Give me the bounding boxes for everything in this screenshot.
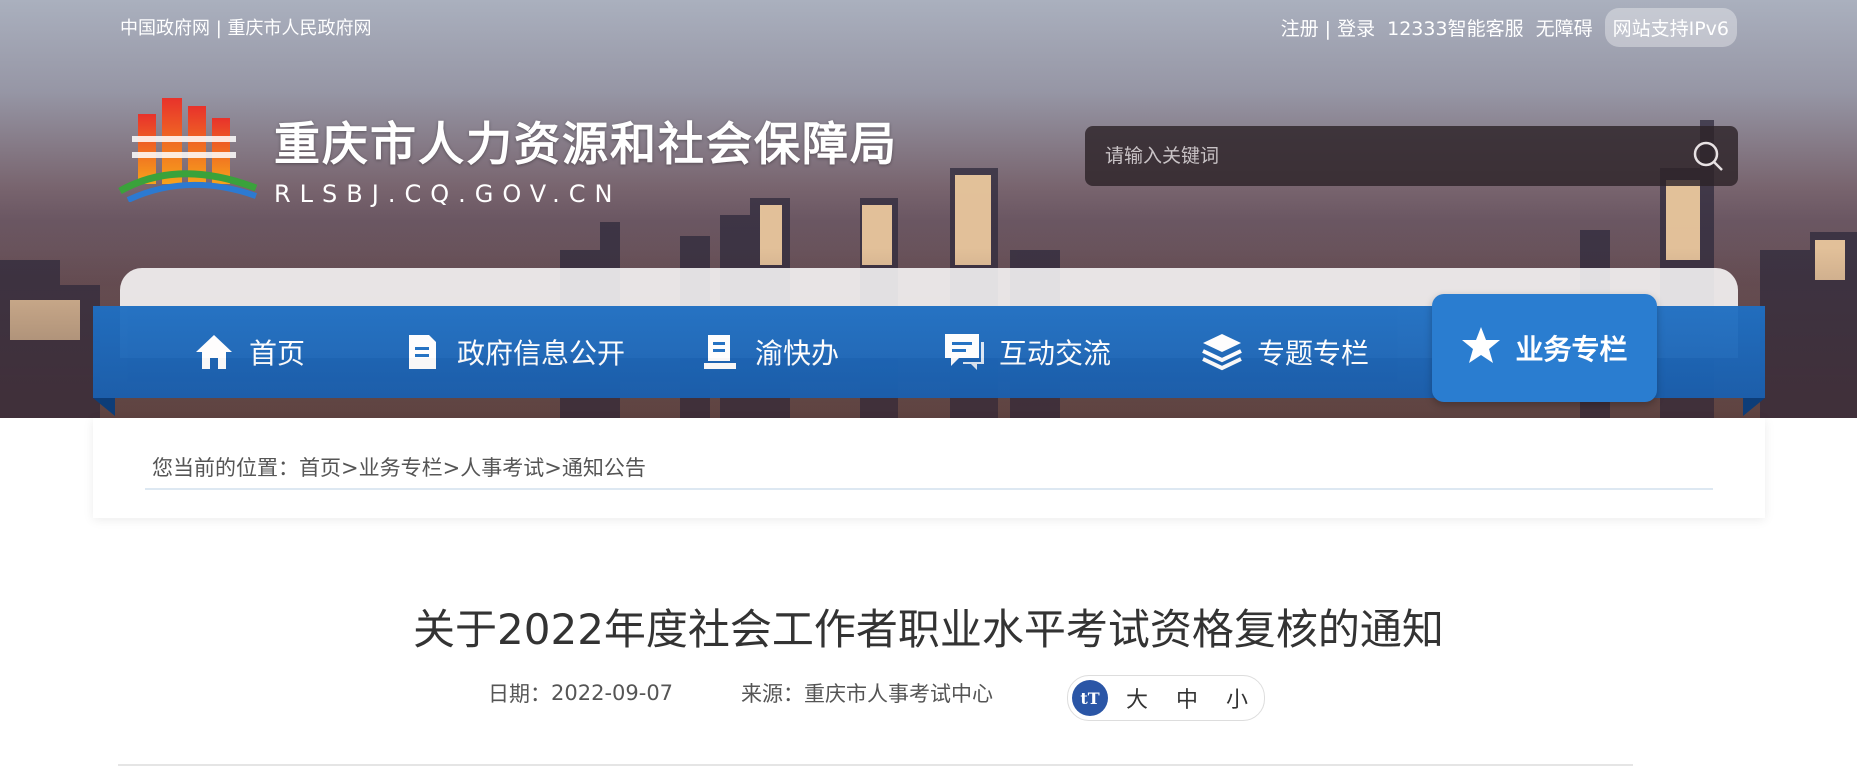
topbar-gov-links: 中国政府网 | 重庆市人民政府网: [120, 14, 372, 40]
gov-portal-link[interactable]: 中国政府网: [120, 18, 210, 39]
breadcrumb-home[interactable]: 首页: [299, 456, 341, 480]
font-size-large[interactable]: 大: [1126, 682, 1148, 714]
source-label: 来源：: [741, 682, 805, 706]
font-size-medium[interactable]: 中: [1176, 682, 1198, 714]
font-size-small[interactable]: 小: [1226, 682, 1248, 714]
star-icon: [1461, 325, 1501, 372]
login-separator: |: [1318, 18, 1338, 40]
nav-fold-right: [1743, 398, 1765, 416]
breadcrumb-sep: >: [341, 456, 359, 480]
topbar-separator: |: [210, 18, 228, 39]
nav-item-home[interactable]: 首页: [193, 306, 305, 398]
nav-item-gov-info[interactable]: 政府信息公开: [401, 306, 625, 398]
chat-icon: [943, 331, 985, 373]
search-icon: [1693, 141, 1723, 171]
accessibility-link[interactable]: 无障碍: [1536, 14, 1593, 41]
city-portal-link[interactable]: 重庆市人民政府网: [228, 18, 372, 39]
nav-fold-left: [93, 398, 115, 416]
breadcrumb-sep: >: [544, 456, 562, 480]
nav-item-business[interactable]: 业务专栏: [1432, 294, 1657, 402]
date-label: 日期：: [488, 682, 551, 706]
nav-item-interaction[interactable]: 互动交流: [943, 306, 1111, 398]
nav-label: 首页: [249, 337, 306, 370]
font-size-switcher: tT 大 中 小: [1067, 675, 1265, 721]
site-title: 重庆市人力资源和社会保障局 RLSBJ.CQ.GOV.CN: [274, 108, 898, 208]
nav-label: 政府信息公开: [457, 337, 626, 370]
topbar-user-links: 注册 | 登录 12333智能客服 无障碍 网站支持IPv6: [1281, 8, 1737, 47]
smart-service-link[interactable]: 12333智能客服: [1387, 14, 1523, 41]
nav-item-topics[interactable]: 专题专栏: [1201, 306, 1369, 398]
breadcrumb-sep: >: [442, 456, 461, 480]
search-box: [1085, 126, 1738, 186]
breadcrumb-exam[interactable]: 人事考试: [460, 456, 544, 480]
register-link[interactable]: 注册: [1281, 18, 1319, 40]
search-button[interactable]: [1678, 126, 1738, 186]
site-name: 重庆市人力资源和社会保障局: [274, 117, 898, 171]
content-divider: [118, 764, 1633, 766]
bureau-logo: [118, 98, 258, 202]
breadcrumb: 您当前的位置：首页>业务专栏>人事考试>通知公告: [152, 452, 646, 482]
nav-label: 业务专栏: [1515, 333, 1628, 366]
nav-item-yukuaiban[interactable]: 渝快办: [699, 306, 839, 398]
font-size-icon: tT: [1072, 680, 1108, 716]
article-source: 重庆市人事考试中心: [804, 682, 994, 706]
login-link[interactable]: 登录: [1337, 18, 1375, 40]
nav-label: 专题专栏: [1257, 337, 1370, 370]
nav-label: 渝快办: [755, 337, 840, 370]
article-meta: 日期： 2022-09-07 来源： 重庆市人事考试中心: [488, 678, 993, 708]
article-title: 关于2022年度社会工作者职业水平考试资格复核的通知: [413, 605, 1444, 654]
site-domain: RLSBJ.CQ.GOV.CN: [274, 180, 622, 208]
layers-icon: [1201, 331, 1243, 373]
breadcrumb-notice[interactable]: 通知公告: [562, 456, 646, 480]
breadcrumb-business[interactable]: 业务专栏: [359, 456, 443, 480]
search-input[interactable]: [1085, 144, 1678, 168]
document-icon: [401, 331, 443, 373]
publish-date: 2022-09-07: [551, 681, 674, 705]
breadcrumb-prefix: 您当前的位置：: [152, 456, 299, 480]
breadcrumb-underline: [145, 488, 1713, 490]
home-icon: [193, 331, 235, 373]
nav-label: 互动交流: [999, 337, 1112, 370]
book-icon: [699, 331, 741, 373]
ipv6-badge: 网站支持IPv6: [1604, 8, 1737, 47]
